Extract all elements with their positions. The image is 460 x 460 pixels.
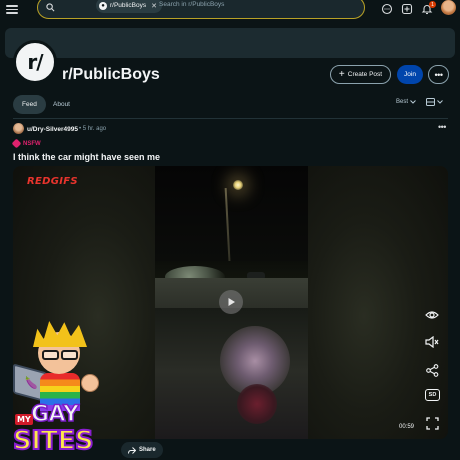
nsfw-icon: [11, 138, 22, 149]
tab-feed[interactable]: Feed: [13, 95, 46, 114]
video-duration: 00:59: [399, 424, 415, 430]
site-watermark-logo: 🍆 GAY MY SITES: [5, 318, 115, 460]
share-icon[interactable]: [424, 362, 440, 378]
notification-badge: 1: [429, 1, 436, 8]
post-author[interactable]: u/Dry-Silver4995: [27, 126, 78, 133]
user-avatar[interactable]: [441, 0, 456, 15]
play-icon: [228, 298, 235, 306]
chat-icon[interactable]: [381, 3, 393, 15]
search-icon: [46, 3, 55, 12]
logo-line-2: GAY: [30, 401, 79, 428]
eye-icon[interactable]: [424, 307, 440, 323]
top-bar: ● r/PublicBoys ✕ Search in r/PublicBoys …: [0, 0, 460, 20]
post-more-options[interactable]: •••: [438, 122, 446, 132]
share-label: Share: [139, 447, 156, 453]
logo-line-1: MY: [15, 414, 33, 425]
chevron-down-icon: [437, 100, 443, 104]
mascot-hair: [33, 321, 87, 347]
post-title[interactable]: I think the car might have seen me: [13, 152, 160, 162]
share-arrow-icon: [128, 446, 136, 454]
quality-toggle[interactable]: SD: [425, 389, 440, 401]
thumbs-up-icon: [81, 374, 99, 392]
search-bar[interactable]: ● r/PublicBoys ✕ Search in r/PublicBoys: [37, 0, 365, 19]
share-button[interactable]: Share: [121, 442, 163, 458]
create-post-button[interactable]: + Create Post: [330, 65, 391, 84]
community-chip-label: r/PublicBoys: [110, 2, 147, 9]
post-author-avatar[interactable]: [13, 123, 24, 134]
sort-dropdown[interactable]: Best: [396, 99, 416, 105]
menu-icon[interactable]: [6, 3, 18, 15]
glasses-icon: [42, 350, 78, 360]
reddit-icon: ●: [99, 1, 107, 10]
create-icon[interactable]: [401, 3, 413, 15]
community-banner: [5, 28, 455, 58]
community-filter-chip[interactable]: ● r/PublicBoys ✕: [96, 0, 162, 13]
sort-label: Best: [396, 99, 409, 105]
view-toggle[interactable]: [426, 98, 443, 106]
create-post-label: Create Post: [347, 71, 383, 78]
tab-about[interactable]: About: [44, 95, 79, 114]
close-icon[interactable]: ✕: [151, 2, 157, 10]
join-button[interactable]: Join: [397, 65, 423, 84]
community-icon: r/: [13, 40, 57, 84]
post-timestamp: • 5 hr. ago: [79, 126, 107, 132]
flower-pot: [237, 384, 277, 424]
mute-icon[interactable]: [424, 334, 440, 350]
play-button[interactable]: [219, 290, 243, 314]
feed-divider: [13, 118, 448, 119]
layout-icon: [426, 98, 435, 106]
redgifs-watermark: REDGIFS: [27, 176, 78, 187]
nsfw-tag: NSFW: [11, 138, 41, 149]
fullscreen-icon[interactable]: [424, 415, 440, 431]
plus-icon: +: [338, 68, 345, 80]
street-lamp: [233, 180, 243, 190]
nsfw-label: NSFW: [23, 140, 41, 147]
community-title: r/PublicBoys: [62, 66, 160, 83]
more-options-button[interactable]: •••: [428, 65, 449, 84]
chevron-down-icon: [410, 100, 416, 104]
search-input[interactable]: Search in r/PublicBoys: [159, 1, 224, 8]
logo-line-3: SITES: [12, 425, 95, 457]
